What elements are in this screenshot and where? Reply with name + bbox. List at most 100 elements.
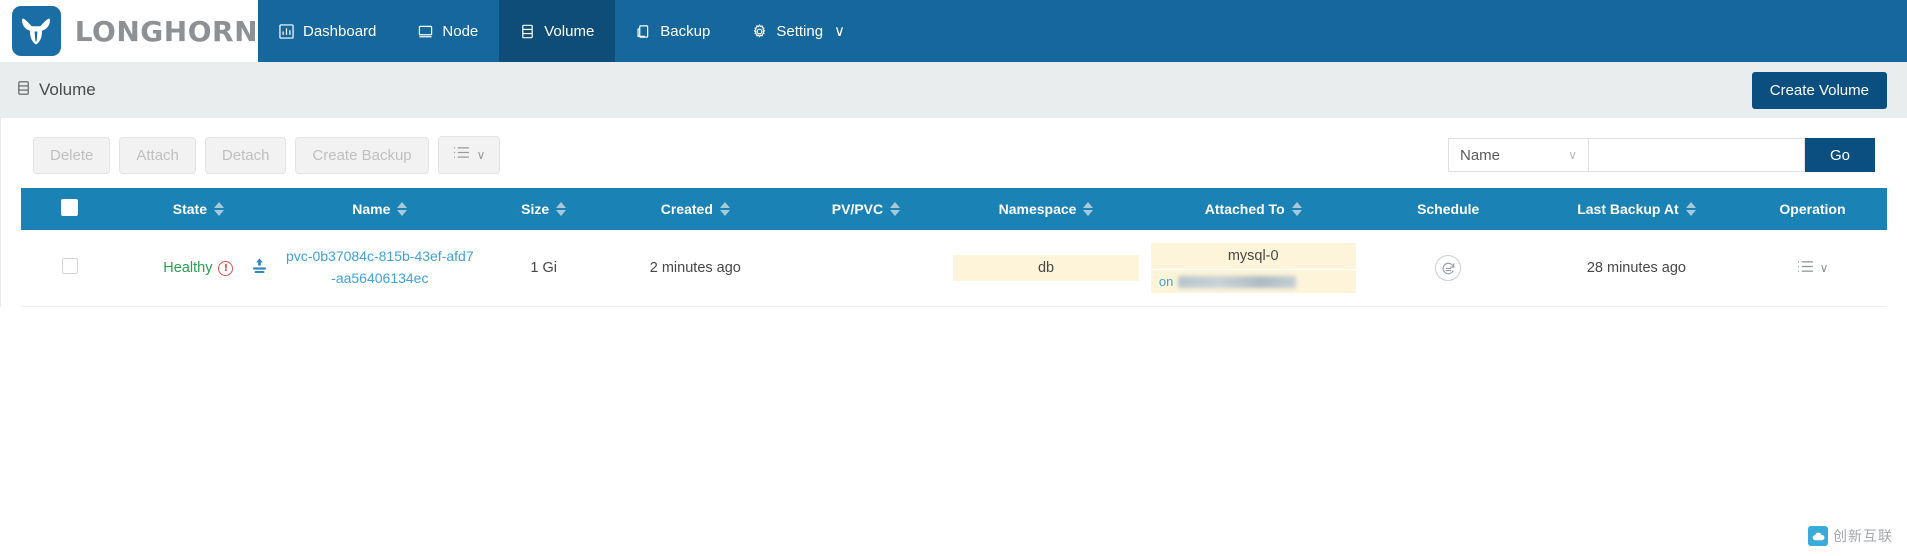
table-toolbar: Delete Attach Detach Create Backup ∨ bbox=[21, 118, 1887, 188]
table-header-operation: Operation bbox=[1738, 188, 1887, 230]
nav-item-volume[interactable]: Volume bbox=[499, 0, 615, 62]
watermark: 创新互联 bbox=[1808, 526, 1893, 546]
search-group: Name ∨ Go bbox=[1448, 138, 1875, 172]
row-name-cell: pvc-0b37084c-815b-43ef-afd7-aa56406134ec bbox=[278, 230, 481, 307]
copy-icon bbox=[636, 24, 651, 39]
column-label: Last Backup At bbox=[1577, 201, 1678, 217]
row-operation-menu-button[interactable]: ∨ bbox=[1797, 260, 1829, 277]
search-go-button[interactable]: Go bbox=[1805, 138, 1875, 172]
chevron-down-icon: ∨ bbox=[834, 22, 845, 40]
sort-icon[interactable] bbox=[1292, 202, 1302, 216]
database-stack-icon bbox=[16, 80, 31, 101]
breadcrumb-bar: Volume Create Volume bbox=[0, 62, 1907, 118]
table-header-size[interactable]: Size bbox=[481, 188, 606, 230]
attached-node-name-redacted bbox=[1178, 276, 1296, 288]
row-operation-cell: ∨ bbox=[1738, 230, 1887, 307]
column-label: Size bbox=[521, 201, 549, 217]
sort-icon[interactable] bbox=[397, 202, 407, 216]
sort-icon[interactable] bbox=[1686, 202, 1696, 216]
table-header-last-backup-at[interactable]: Last Backup At bbox=[1535, 188, 1738, 230]
page-root: LONGHORN Dashboard bbox=[0, 0, 1907, 556]
list-lines-icon bbox=[453, 146, 470, 164]
attach-button[interactable]: Attach bbox=[119, 137, 196, 174]
search-field-label: Name bbox=[1460, 147, 1500, 164]
row-last-backup-at-cell: 28 minutes ago bbox=[1535, 230, 1738, 307]
table-header-attached-to[interactable]: Attached To bbox=[1145, 188, 1362, 230]
sort-icon[interactable] bbox=[214, 202, 224, 216]
nav-item-node[interactable]: Node bbox=[397, 0, 499, 62]
database-stack-icon bbox=[520, 24, 535, 39]
row-checkbox[interactable] bbox=[62, 258, 78, 274]
nav-item-label: Node bbox=[442, 23, 478, 40]
bulk-actions-menu-button[interactable]: ∨ bbox=[438, 136, 501, 174]
attached-node-row: on bbox=[1151, 270, 1356, 293]
row-created-cell: 2 minutes ago bbox=[606, 230, 785, 307]
nav-item-setting[interactable]: Setting ∨ bbox=[731, 0, 866, 62]
top-navbar: LONGHORN Dashboard bbox=[0, 0, 1907, 62]
page-title: Volume bbox=[39, 80, 96, 100]
column-label: Created bbox=[661, 201, 713, 217]
nav-item-backup[interactable]: Backup bbox=[615, 0, 731, 62]
table-header-select-all bbox=[21, 188, 118, 230]
table-header-name[interactable]: Name bbox=[278, 188, 481, 230]
warning-circle-icon[interactable]: ! bbox=[218, 261, 233, 276]
sort-icon[interactable] bbox=[1083, 202, 1093, 216]
column-label: PV/PVC bbox=[832, 201, 883, 217]
chevron-down-icon: ∨ bbox=[1820, 261, 1829, 275]
chart-bar-icon bbox=[279, 24, 294, 39]
table-row: Healthy ! pvc-0b37084c-815b-43e bbox=[21, 230, 1887, 307]
table-header-namespace[interactable]: Namespace bbox=[947, 188, 1145, 230]
create-backup-button[interactable]: Create Backup bbox=[295, 137, 428, 174]
gear-icon bbox=[752, 24, 767, 39]
sort-icon[interactable] bbox=[720, 202, 730, 216]
row-size-cell: 1 Gi bbox=[481, 230, 606, 307]
column-label: Operation bbox=[1779, 201, 1845, 217]
column-label: Namespace bbox=[999, 201, 1077, 217]
detach-button[interactable]: Detach bbox=[205, 137, 287, 174]
nav-item-label: Setting bbox=[776, 23, 823, 40]
volume-name-link[interactable]: pvc-0b37084c-815b-43ef-afd7-aa56406134ec bbox=[284, 246, 475, 289]
nav-item-label: Backup bbox=[660, 23, 710, 40]
state-label: Healthy bbox=[163, 260, 212, 276]
row-pv-pvc-cell bbox=[785, 230, 947, 307]
table-header-schedule: Schedule bbox=[1362, 188, 1535, 230]
main-panel: Delete Attach Detach Create Backup ∨ bbox=[0, 118, 1907, 307]
search-input[interactable] bbox=[1588, 138, 1805, 172]
namespace-tag: db bbox=[953, 255, 1139, 281]
row-schedule-cell bbox=[1362, 230, 1535, 307]
sort-icon[interactable] bbox=[556, 202, 566, 216]
column-label: State bbox=[173, 201, 207, 217]
column-label: Schedule bbox=[1417, 201, 1479, 217]
server-icon bbox=[418, 24, 433, 39]
watermark-text: 创新互联 bbox=[1833, 526, 1893, 546]
cloud-icon bbox=[1808, 526, 1828, 546]
table-header-pv-pvc[interactable]: PV/PVC bbox=[785, 188, 947, 230]
sort-icon[interactable] bbox=[890, 202, 900, 216]
volume-table: State Name Size bbox=[21, 188, 1887, 307]
volume-attach-icon bbox=[250, 257, 269, 280]
nav-items: Dashboard Node bbox=[258, 0, 866, 62]
attached-pod-name: mysql-0 bbox=[1151, 243, 1356, 269]
recurring-schedule-icon[interactable] bbox=[1435, 255, 1461, 281]
table-header-state[interactable]: State bbox=[118, 188, 278, 230]
list-lines-icon bbox=[1797, 260, 1814, 277]
brand-name: LONGHORN bbox=[75, 15, 258, 48]
column-label: Name bbox=[352, 201, 390, 217]
nav-item-label: Dashboard bbox=[303, 23, 376, 40]
row-select-cell bbox=[21, 230, 118, 307]
nav-item-dashboard[interactable]: Dashboard bbox=[258, 0, 397, 62]
create-volume-button[interactable]: Create Volume bbox=[1752, 72, 1887, 109]
chevron-down-icon: ∨ bbox=[477, 148, 486, 162]
row-namespace-cell: db bbox=[947, 230, 1145, 307]
breadcrumb: Volume bbox=[16, 80, 96, 101]
search-field-select[interactable]: Name ∨ bbox=[1448, 138, 1588, 172]
chevron-down-icon: ∨ bbox=[1568, 148, 1577, 162]
delete-button[interactable]: Delete bbox=[33, 137, 110, 174]
brand[interactable]: LONGHORN bbox=[0, 0, 258, 62]
row-attached-to-cell: mysql-0 on bbox=[1145, 230, 1362, 307]
attached-on-label: on bbox=[1159, 274, 1173, 289]
table-header-created[interactable]: Created bbox=[606, 188, 785, 230]
select-all-checkbox[interactable] bbox=[61, 199, 78, 216]
table-header-row: State Name Size bbox=[21, 188, 1887, 230]
column-label: Attached To bbox=[1205, 201, 1285, 217]
